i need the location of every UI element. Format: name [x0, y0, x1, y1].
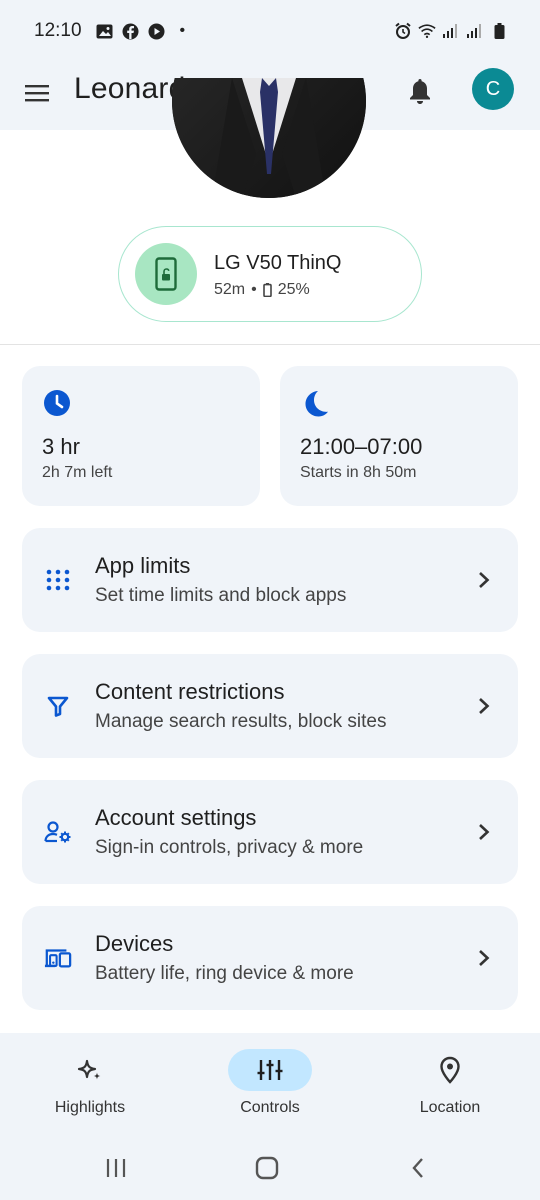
chevron-right-icon [472, 818, 496, 846]
play-icon [148, 22, 166, 40]
filter-icon [44, 692, 72, 720]
row-subtitle: Sign-in controls, privacy & more [95, 837, 364, 858]
battery-icon [490, 22, 508, 40]
status-bar-left: 12:10 • [34, 20, 185, 42]
content-restrictions-row[interactable]: Content restrictions Manage search resul… [22, 654, 518, 758]
chevron-right-icon [472, 944, 496, 972]
device-battery: 25% [277, 281, 310, 298]
downtime-range: 21:00–07:00 [300, 434, 423, 459]
clock-icon [44, 390, 70, 416]
page-title: Leonard [74, 72, 186, 105]
signal-icon [442, 22, 460, 40]
bottom-navigation: Highlights Controls Location [0, 1033, 540, 1133]
nav-label: Highlights [54, 1099, 126, 1116]
phone-unlocked-icon [135, 243, 197, 305]
home-button[interactable] [247, 1153, 287, 1183]
status-time: 12:10 [34, 20, 82, 41]
facebook-icon [122, 22, 140, 40]
device-meta: 52m • 25% [214, 281, 310, 299]
gallery-icon [96, 22, 114, 40]
device-name: LG V50 ThinQ [214, 252, 342, 274]
profile-photo [172, 78, 366, 198]
nav-label: Location [419, 1099, 481, 1116]
nav-location[interactable]: Location [360, 1033, 540, 1133]
tune-icon [257, 1060, 283, 1080]
notifications-button[interactable] [404, 74, 436, 108]
nav-pill [408, 1049, 492, 1091]
status-bar-right [394, 22, 508, 40]
back-icon [412, 1158, 423, 1178]
screen-time-limit: 3 hr [42, 434, 80, 459]
back-button[interactable] [398, 1153, 438, 1183]
manage-account-icon [44, 818, 72, 846]
recents-icon [106, 1159, 126, 1177]
account-settings-row[interactable]: Account settings Sign-in controls, priva… [22, 780, 518, 884]
divider [0, 344, 540, 345]
nav-pill-active [228, 1049, 312, 1091]
hamburger-icon [25, 85, 49, 102]
row-subtitle: Manage search results, block sites [95, 711, 387, 732]
chevron-right-icon [472, 566, 496, 594]
location-pin-icon [440, 1056, 460, 1084]
menu-button[interactable] [22, 78, 52, 108]
account-avatar[interactable]: C [472, 68, 514, 110]
grid-icon [44, 566, 72, 594]
downtime-card[interactable]: 21:00–07:00 Starts in 8h 50m [280, 366, 518, 506]
device-card[interactable]: LG V50 ThinQ 52m • 25% [118, 226, 422, 322]
downtime-start: Starts in 8h 50m [300, 464, 417, 481]
alarm-icon [394, 22, 412, 40]
devices-icon [44, 944, 72, 972]
signal-icon [466, 22, 484, 40]
nav-label: Controls [240, 1099, 300, 1116]
row-title: Content restrictions [95, 679, 285, 704]
bell-icon [410, 79, 430, 104]
row-title: Devices [95, 931, 174, 956]
row-subtitle: Set time limits and block apps [95, 585, 347, 606]
app-limits-row[interactable]: App limits Set time limits and block app… [22, 528, 518, 632]
moon-icon [305, 391, 328, 417]
row-title: Account settings [95, 805, 257, 830]
battery-small-icon [262, 283, 272, 297]
sparkle-icon [77, 1059, 101, 1080]
nav-pill [48, 1049, 132, 1091]
chevron-right-icon [472, 692, 496, 720]
meta-separator: • [251, 281, 257, 298]
device-usage: 52m [214, 281, 246, 298]
status-dot: • [179, 22, 186, 39]
status-bar: 12:10 • [0, 0, 540, 62]
nav-highlights[interactable]: Highlights [0, 1033, 180, 1133]
home-icon [255, 1156, 279, 1180]
screen-time-card[interactable]: 3 hr 2h 7m left [22, 366, 260, 506]
row-subtitle: Battery life, ring device & more [95, 963, 354, 984]
row-title: App limits [95, 553, 191, 578]
screen-time-remaining: 2h 7m left [42, 464, 113, 481]
nav-controls[interactable]: Controls [180, 1033, 360, 1133]
system-navigation-bar [0, 1133, 540, 1200]
recents-button[interactable] [96, 1153, 136, 1183]
wifi-icon [418, 22, 436, 40]
devices-row[interactable]: Devices Battery life, ring device & more [22, 906, 518, 1010]
